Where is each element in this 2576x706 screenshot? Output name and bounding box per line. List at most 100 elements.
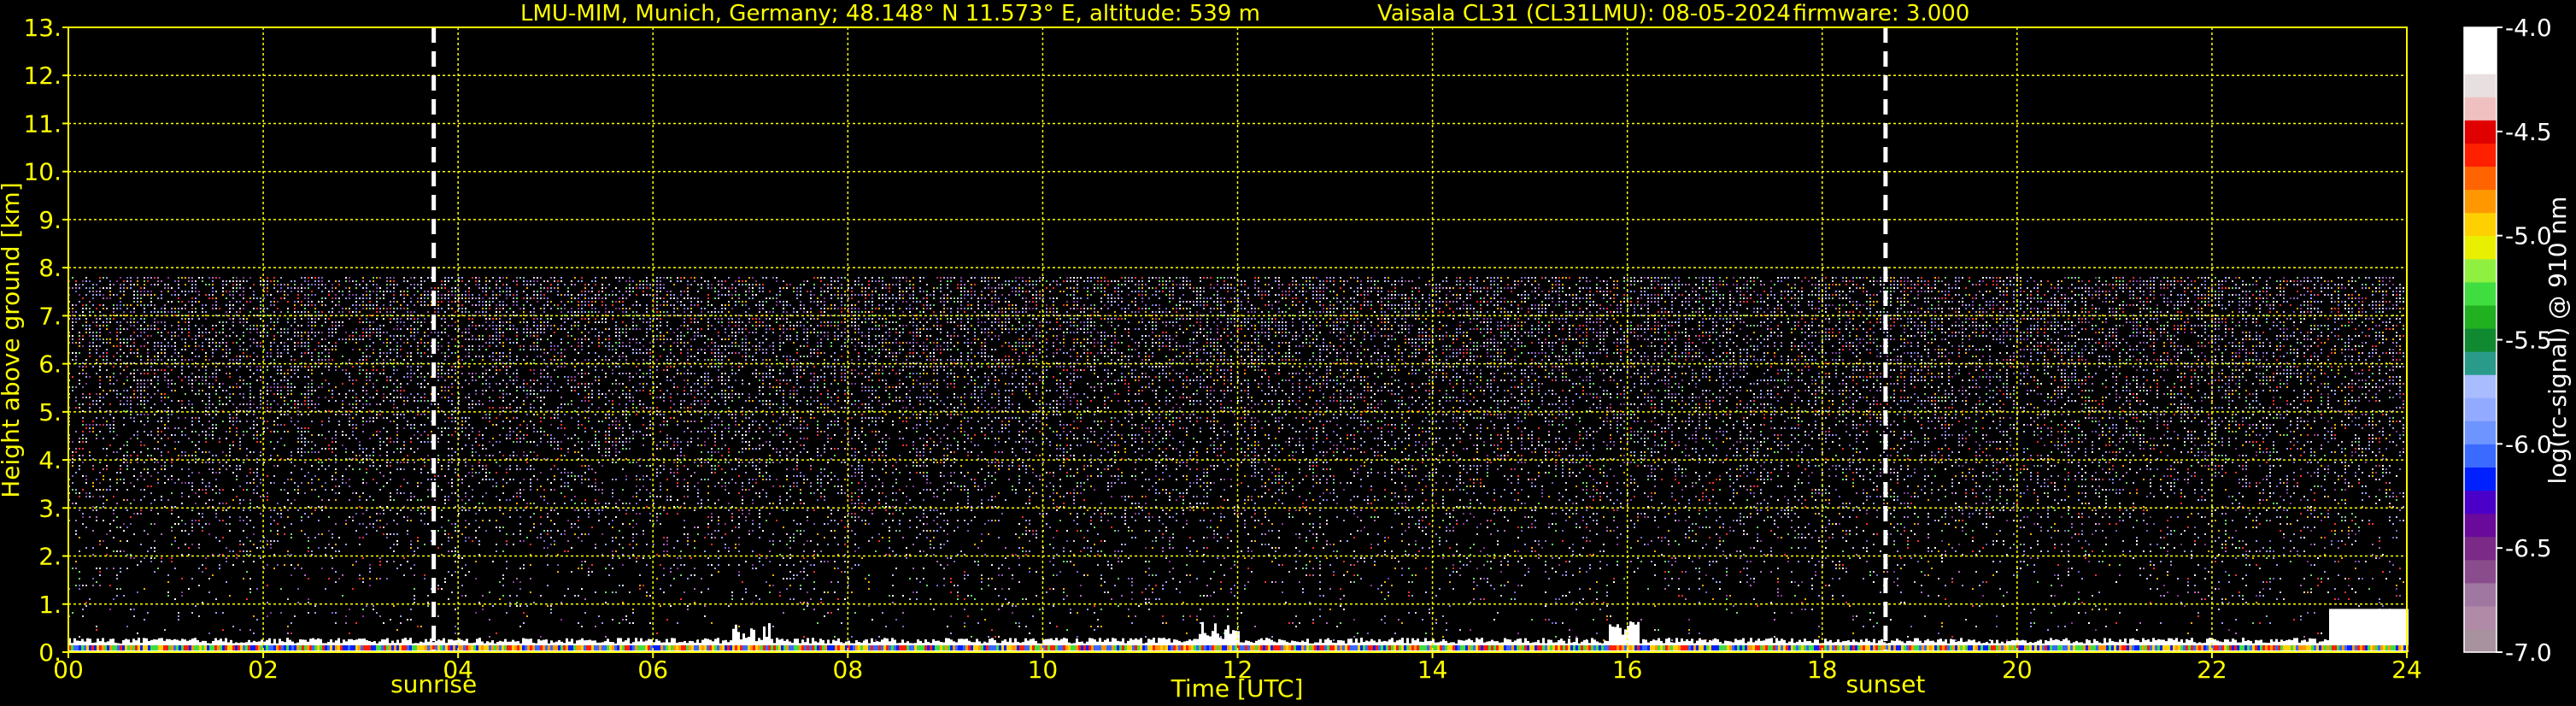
heatmap-cell [379, 291, 381, 292]
heatmap-cell [841, 321, 842, 323]
heatmap-cell [164, 304, 166, 306]
heatmap-cell [2061, 297, 2063, 299]
heatmap-cell [1548, 304, 1550, 306]
heatmap-cell [2027, 287, 2028, 289]
heatmap-cell [1538, 304, 1540, 306]
heatmap-cell [912, 297, 914, 299]
heatmap-cell [2109, 308, 2110, 309]
heatmap-cell [912, 294, 914, 296]
heatmap-cell [1757, 311, 1758, 313]
heatmap-cell [2201, 308, 2203, 309]
heatmap-cell [1757, 294, 1758, 296]
heatmap-cell [1934, 280, 1936, 282]
heatmap-cell [1948, 318, 1950, 320]
heatmap-cell [444, 311, 446, 313]
heatmap-cell [1859, 287, 1861, 289]
heatmap-cell [386, 280, 388, 282]
heatmap-cell [2030, 318, 2032, 320]
heatmap-cell [930, 318, 931, 320]
heatmap-cell [2184, 294, 2186, 296]
heatmap-cell [1726, 284, 1728, 285]
heatmap-cell [472, 321, 473, 323]
heatmap-cell [1381, 297, 1382, 299]
heatmap-cell [1022, 280, 1024, 282]
heatmap-cell [967, 308, 969, 309]
heatmap-cell [85, 304, 87, 306]
heatmap-cell [1712, 277, 1714, 279]
heatmap-cell [2262, 287, 2264, 289]
heatmap-cell [745, 301, 747, 303]
heatmap-cell [417, 301, 419, 303]
heatmap-cell [164, 311, 166, 313]
heatmap-cell [1483, 301, 1485, 303]
heatmap-cell [1709, 318, 1710, 320]
heatmap-cell [236, 284, 238, 285]
heatmap-cell [1576, 294, 1577, 296]
heatmap-cell [1128, 277, 1130, 279]
heatmap-cell [2163, 315, 2165, 316]
heatmap-cell [1873, 280, 1875, 282]
heatmap-cell [390, 284, 391, 285]
heatmap-cell [1265, 294, 1266, 296]
heatmap-cell [2379, 280, 2380, 282]
heatmap-cell [1538, 284, 1540, 285]
heatmap-cell [776, 318, 777, 320]
heatmap-cell [1852, 304, 1854, 306]
heatmap-cell [926, 308, 928, 309]
heatmap-cell [2030, 301, 2032, 303]
heatmap-cell [502, 277, 504, 279]
heatmap-cell [458, 297, 460, 299]
chart-svg: sunrise sunset 00 02 04 06 08 10 12 14 16 18 20 22 24… [0, 0, 2576, 706]
heatmap-cell [564, 321, 566, 323]
heatmap-cell [366, 291, 367, 292]
heatmap-cell [762, 308, 764, 309]
heatmap-cell [605, 287, 607, 289]
heatmap-cell [690, 301, 692, 303]
heatmap-cell [171, 294, 173, 296]
heatmap-cell [403, 277, 405, 279]
heatmap-cell [499, 311, 501, 313]
heatmap-cell [2150, 287, 2151, 289]
heatmap-cell [1411, 297, 1413, 299]
heatmap-cell [1599, 287, 1601, 289]
heatmap-cell [789, 304, 791, 306]
heatmap-cell [441, 280, 443, 282]
heatmap-cell [294, 308, 296, 309]
heatmap-cell [191, 304, 193, 306]
heatmap-cell [393, 280, 395, 282]
heatmap-cell [2112, 287, 2114, 289]
heatmap-cell [995, 291, 996, 292]
heatmap-cell [1090, 318, 1092, 320]
heatmap-cell [410, 301, 412, 303]
heatmap-cell [912, 287, 914, 289]
heatmap-cell [1025, 280, 1027, 282]
heatmap-cell [960, 301, 962, 303]
heatmap-cell [1169, 297, 1171, 299]
heatmap-cell [2085, 311, 2086, 313]
heatmap-cell [1401, 308, 1403, 309]
heatmap-cell [332, 311, 333, 313]
heatmap-cell [1712, 287, 1714, 289]
heatmap-cell [1572, 301, 1574, 303]
heatmap-cell [314, 280, 316, 282]
heatmap-cell [1863, 284, 1864, 285]
heatmap-cell [854, 321, 856, 323]
heatmap-cell [526, 287, 528, 289]
heatmap-cell [407, 308, 408, 309]
heatmap-cell [824, 321, 825, 323]
heatmap-cell [854, 318, 856, 320]
heatmap-cell [314, 294, 316, 296]
heatmap-cell [1217, 318, 1218, 320]
heatmap-cell [1148, 287, 1150, 289]
heatmap-cell [1288, 284, 1290, 285]
heatmap-cell [506, 294, 508, 296]
heatmap-cell [1910, 318, 1912, 320]
heatmap-cell [2204, 287, 2206, 289]
heatmap-cell [1951, 308, 1953, 309]
heatmap-cell [386, 284, 388, 285]
heatmap-cell [287, 301, 289, 303]
heatmap-cell [660, 311, 661, 313]
heatmap-cell [615, 277, 617, 279]
heatmap-cell [2013, 294, 2015, 296]
heatmap-cell [2344, 301, 2346, 303]
